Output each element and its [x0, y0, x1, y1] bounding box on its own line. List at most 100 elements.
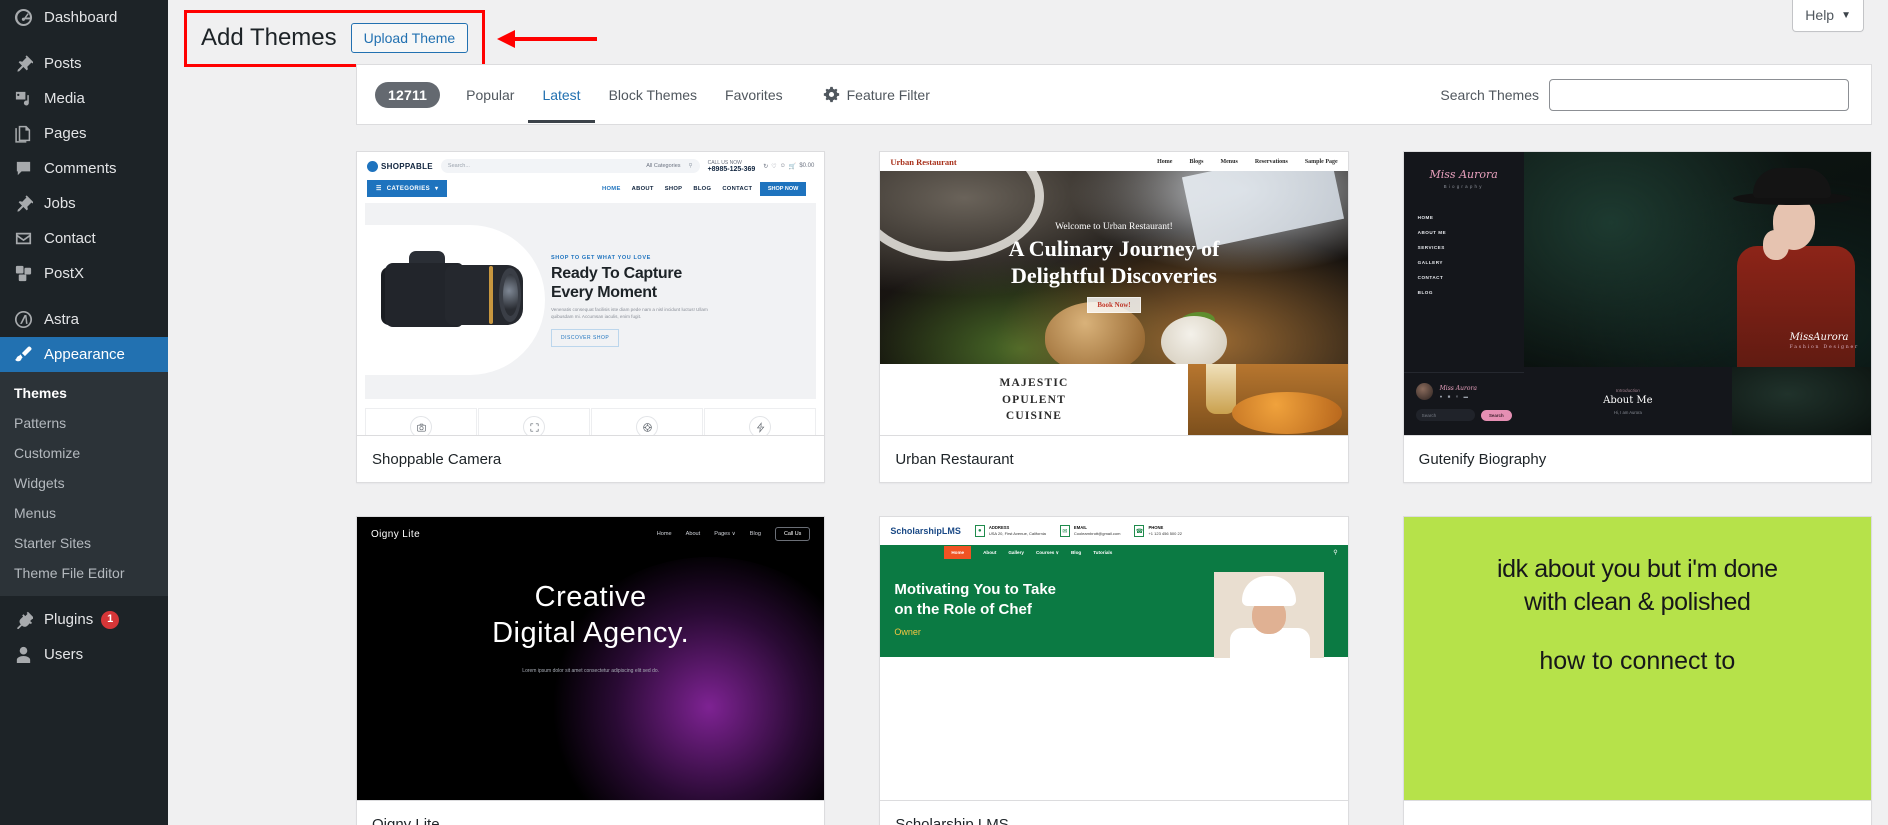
preview-category-item: Lenses VIEW SHOP	[478, 408, 591, 435]
theme-card[interactable]: idk about you but i'm done with clean & …	[1402, 516, 1872, 825]
preview-category-item: Accessories VIEW SHOP	[591, 408, 704, 435]
sidebar-item-astra[interactable]: Astra	[0, 302, 168, 337]
preview-bottom-image	[1187, 364, 1348, 435]
media-icon	[12, 88, 34, 110]
preview-nav: HOME ABOUT ME SERVICES GALLERY CONTACT B…	[1417, 215, 1447, 295]
theme-name: Oigny Lite	[372, 815, 440, 825]
sidebar-item-comments[interactable]: Comments	[0, 151, 168, 186]
sidebar-item-media[interactable]: Media	[0, 81, 168, 116]
theme-card[interactable]: SHOPPABLE Search... All Categories ⚲ CAL…	[356, 151, 826, 483]
sidebar-item-label: Plugins	[44, 611, 94, 628]
sidebar-item-postx[interactable]: PostX	[0, 256, 168, 291]
tab-latest[interactable]: Latest	[528, 67, 594, 123]
sidebar-item-appearance[interactable]: Appearance	[0, 337, 168, 372]
envelope-icon	[12, 228, 34, 250]
help-tab-wrap: Help ▼	[1792, 0, 1864, 32]
annotation-arrow	[497, 29, 598, 49]
envelope-icon: ✉	[1059, 525, 1070, 537]
search-icon: ⚲	[1333, 550, 1338, 556]
preview-category-item: Camera VIEW SHOP	[365, 408, 478, 435]
preview-welcome: Welcome to Urban Restaurant!	[1055, 222, 1173, 233]
preview-heading-2: with clean & polished	[1524, 588, 1751, 616]
theme-screenshot: SHOPPABLE Search... All Categories ⚲ CAL…	[357, 152, 825, 436]
tab-popular[interactable]: Popular	[452, 67, 528, 123]
preview-brand: Miss Aurora	[1429, 168, 1498, 181]
preview-cta: DISCOVER SHOP	[551, 329, 620, 348]
plug-icon	[12, 609, 34, 631]
preview-brand: ScholarshipLMS	[890, 526, 961, 536]
preview-about-kicker: Introduction	[1615, 387, 1640, 393]
sidebar-item-label: PostX	[44, 265, 85, 282]
feature-filter-toggle[interactable]: Feature Filter	[809, 66, 944, 123]
help-button[interactable]: Help ▼	[1792, 0, 1864, 32]
theme-card[interactable]: Miss Aurora Biography HOME ABOUT ME SERV…	[1402, 151, 1872, 483]
preview-heading-1: idk about you but i'm done	[1496, 555, 1778, 583]
sidebar-item-users[interactable]: Users	[0, 637, 168, 672]
theme-card[interactable]: ScholarshipLMS ● ADDRESS USA 20, First Av…	[879, 516, 1349, 825]
preview-search-field: Search	[1415, 409, 1475, 421]
preview-heading-1: Ready To Capture	[551, 264, 682, 282]
preview-email: ✉ EMAIL Coolearnbrott@gmail.com	[1059, 525, 1120, 537]
blocks-icon	[12, 263, 34, 285]
preview-paragraph: Venenatis consequat facilisis iste diam …	[551, 307, 708, 320]
avatar	[1415, 383, 1433, 400]
theme-card[interactable]: Oigny Lite Home About Pages ∨ Blog Call …	[356, 516, 826, 825]
submenu-item-theme-file-editor[interactable]: Theme File Editor	[0, 558, 168, 588]
brush-icon	[12, 344, 34, 366]
tab-favorites[interactable]: Favorites	[711, 67, 797, 123]
sidebar-item-plugins[interactable]: Plugins 1	[0, 602, 168, 637]
preview-heading-1: Creative	[534, 581, 647, 613]
search-input[interactable]	[1549, 78, 1849, 111]
submenu-item-patterns[interactable]: Patterns	[0, 408, 168, 438]
preview-kicker: SHOP TO GET WHAT YOU LOVE	[551, 254, 651, 261]
theme-name: Shoppable Camera	[372, 450, 502, 468]
sidebar-item-label: Posts	[44, 55, 82, 72]
bolt-icon	[749, 416, 772, 435]
theme-card[interactable]: Urban Restaurant Home Blogs Menus Reserv…	[879, 151, 1349, 483]
preview-heading-1: Motivating You to Take	[894, 581, 1057, 598]
preview-heading-3: how to connect to	[1539, 647, 1736, 675]
upload-theme-button[interactable]: Upload Theme	[350, 22, 469, 53]
preview-owner: Owner	[894, 627, 921, 637]
feature-filter-label: Feature Filter	[846, 86, 930, 103]
submenu-item-widgets[interactable]: Widgets	[0, 468, 168, 498]
preview-about-title: About Me	[1603, 394, 1653, 406]
theme-name	[1404, 801, 1871, 825]
sidebar-item-jobs[interactable]: Jobs	[0, 186, 168, 221]
submenu-item-themes[interactable]: Themes	[0, 378, 168, 408]
user-icon	[12, 644, 34, 666]
preview-address: ● ADDRESS USA 20, First Avenue, Californi…	[974, 525, 1046, 537]
submenu-item-customize[interactable]: Customize	[0, 438, 168, 468]
search-label: Search Themes	[1440, 86, 1539, 103]
submenu-item-menus[interactable]: Menus	[0, 498, 168, 528]
frame-icon	[523, 416, 546, 435]
theme-screenshot: Miss Aurora Biography HOME ABOUT ME SERV…	[1403, 152, 1871, 436]
submenu-item-starter-sites[interactable]: Starter Sites	[0, 528, 168, 558]
preview-search-button: Search	[1481, 409, 1512, 421]
preview-nav: Home About Gallery Courses ∨ Blog Tutori…	[880, 545, 1348, 560]
theme-screenshot: ScholarshipLMS ● ADDRESS USA 20, First Av…	[880, 517, 1348, 801]
preview-shop-now: SHOP NOW	[759, 181, 807, 196]
theme-name: Gutenify Biography	[1418, 450, 1547, 468]
location-icon: ●	[974, 525, 985, 537]
preview-signature: MissAurora Fashion Designer	[1789, 332, 1859, 350]
preview-camera-image	[379, 241, 539, 361]
sidebar-item-pages[interactable]: Pages	[0, 116, 168, 151]
sidebar-item-contact[interactable]: Contact	[0, 221, 168, 256]
preview-bottom-3: CUISINE	[1005, 410, 1063, 423]
theme-count-badge: 12711	[375, 81, 441, 108]
theme-browser: 12711 Popular Latest Block Themes Favori…	[356, 64, 1872, 825]
tab-block-themes[interactable]: Block Themes	[595, 67, 711, 123]
sidebar-item-dashboard[interactable]: Dashboard	[0, 0, 168, 35]
preview-bottom-2: OPULENT	[1001, 393, 1066, 406]
theme-name: Scholarship LMS	[895, 815, 1009, 825]
phone-icon: ☎	[1134, 525, 1145, 537]
sidebar-item-posts[interactable]: Posts	[0, 46, 168, 81]
preview-nav: Home Blogs Menus Reservations Sample Pag…	[1157, 158, 1338, 165]
theme-filter-bar: 12711 Popular Latest Block Themes Favori…	[356, 64, 1872, 125]
preview-cta: Book Now!	[1087, 296, 1141, 313]
sidebar-item-label: Astra	[44, 311, 80, 328]
chevron-down-icon: ▼	[1841, 9, 1851, 21]
appearance-submenu: Themes Patterns Customize Widgets Menus …	[0, 372, 168, 596]
preview-search-field: Search... All Categories ⚲	[440, 159, 700, 173]
